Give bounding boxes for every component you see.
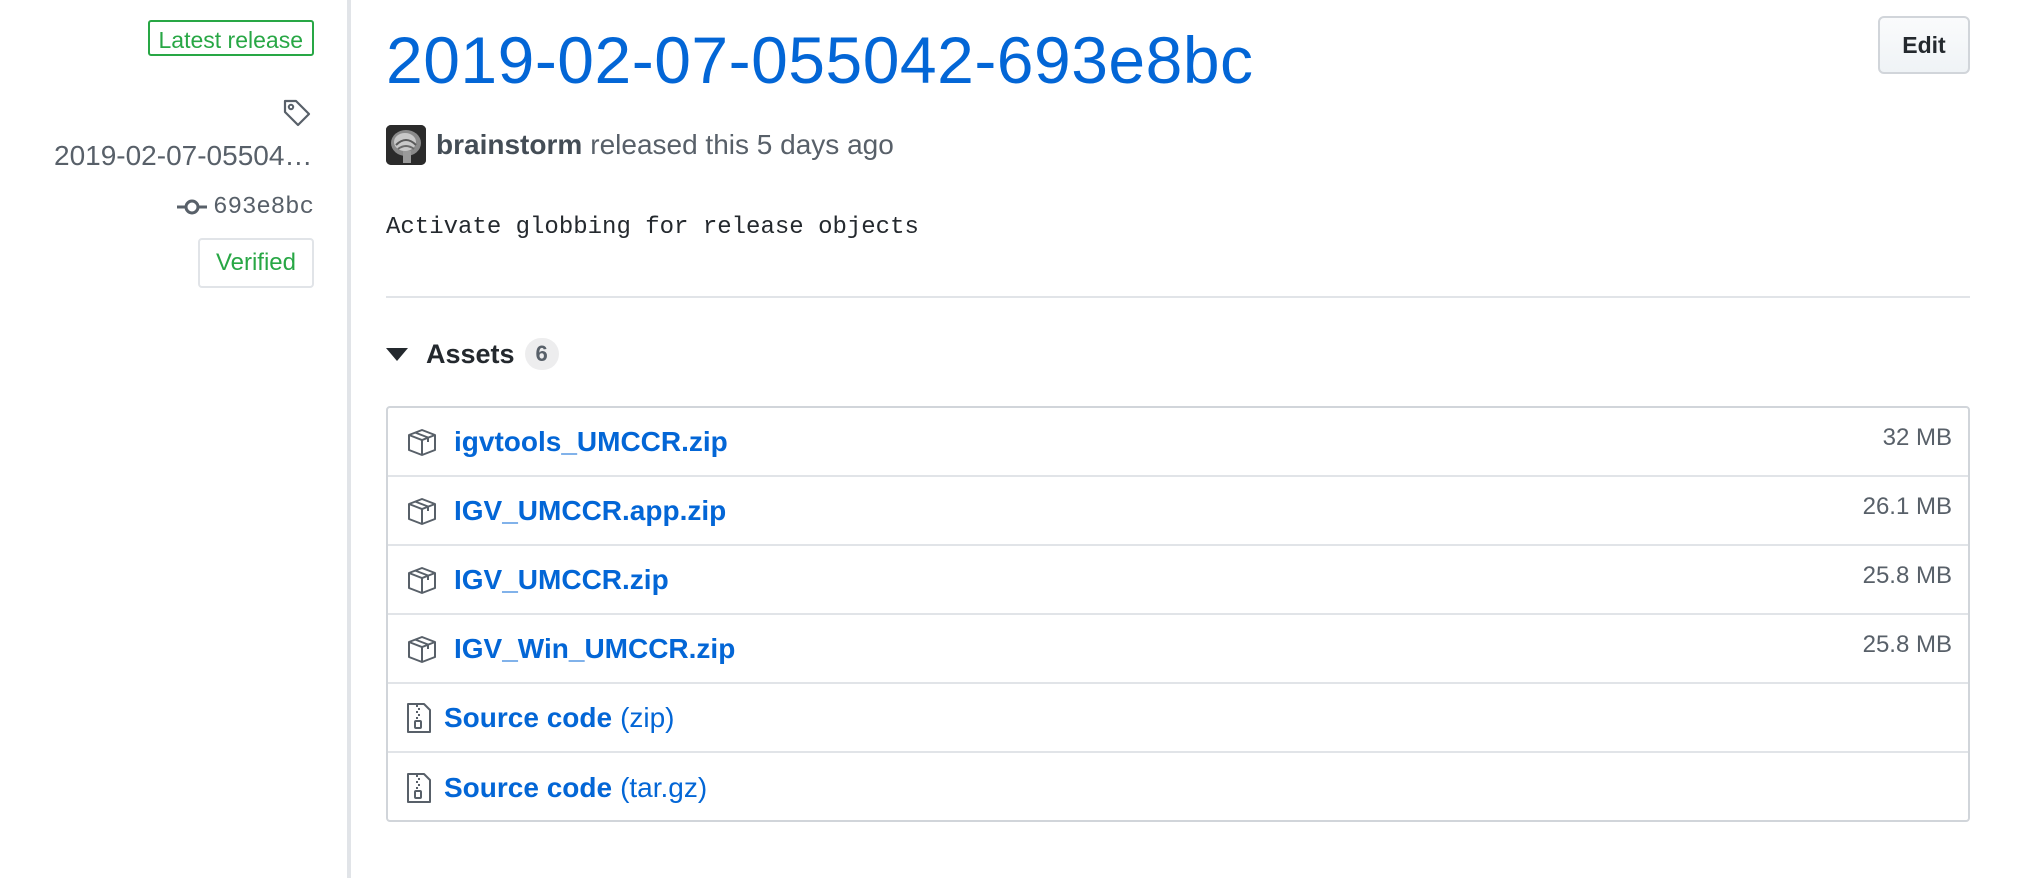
asset-row: Source code (tar.gz) [388, 753, 1968, 820]
asset-format: (zip) [620, 701, 675, 733]
asset-format: (tar.gz) [620, 771, 708, 803]
package-icon [406, 634, 438, 664]
asset-link-label: Source code [444, 771, 613, 803]
file-zip-icon [406, 772, 432, 804]
assets-label: Assets [426, 338, 515, 369]
asset-link[interactable]: igvtools_UMCCR.zip [454, 426, 728, 458]
asset-row: IGV_UMCCR.app.zip 26.1 MB [388, 477, 1968, 546]
git-commit-icon [177, 197, 208, 217]
release-notes: Activate globbing for release objects [386, 214, 919, 241]
assets-toggle[interactable]: Assets 6 [386, 334, 559, 374]
avatar[interactable] [386, 125, 426, 165]
commit-sha: 693e8bc [213, 193, 314, 221]
section-divider [386, 296, 1970, 298]
asset-row: Source code (zip) [388, 684, 1968, 753]
commit-link[interactable]: 693e8bc [177, 192, 314, 222]
package-icon [406, 427, 438, 457]
asset-size: 32 MB [1882, 424, 1952, 451]
release-meta-sidebar: Latest release 2019-02-07-055042- 693e8bc… [0, 0, 318, 878]
asset-link[interactable]: IGV_UMCCR.app.zip [454, 495, 726, 527]
asset-size: 26.1 MB [1862, 493, 1952, 520]
source-code-targz-link[interactable]: Source code (tar.gz) [444, 772, 707, 804]
package-icon [406, 496, 438, 526]
asset-row: IGV_UMCCR.zip 25.8 MB [388, 546, 1968, 615]
assets-count-badge: 6 [524, 338, 559, 370]
asset-link[interactable]: IGV_Win_UMCCR.zip [454, 633, 735, 665]
verified-badge[interactable]: Verified [197, 238, 314, 288]
asset-size: 25.8 MB [1862, 562, 1952, 589]
release-byline: brainstorm released this 5 days ago [386, 124, 894, 166]
tag-name-link[interactable]: 2019-02-07-055042-693e8bc [54, 140, 314, 172]
author-link[interactable]: brainstorm [436, 129, 582, 161]
release-page: Latest release 2019-02-07-055042- 693e8bc… [0, 0, 2020, 878]
triangle-down-icon [386, 347, 408, 361]
asset-link-label: Source code [444, 701, 613, 733]
release-title[interactable]: 2019-02-07-055042-693e8bc [386, 22, 1254, 98]
asset-size: 25.8 MB [1862, 631, 1952, 658]
package-icon [406, 565, 438, 595]
latest-release-badge: Latest release [147, 20, 314, 56]
source-code-zip-link[interactable]: Source code (zip) [444, 702, 675, 734]
timeline-divider [347, 0, 351, 878]
released-text: released this 5 days ago [590, 129, 894, 160]
asset-link[interactable]: IGV_UMCCR.zip [454, 564, 669, 596]
assets-list: igvtools_UMCCR.zip 32 MB IGV_UMCCR.app.z… [386, 406, 1970, 822]
edit-button[interactable]: Edit [1878, 16, 1970, 74]
release-main: 2019-02-07-055042-693e8bc Edit brainstor… [386, 0, 1970, 878]
file-zip-icon [406, 702, 432, 734]
asset-row: igvtools_UMCCR.zip 32 MB [388, 408, 1968, 477]
asset-row: IGV_Win_UMCCR.zip 25.8 MB [388, 615, 1968, 684]
tag-icon [282, 98, 312, 128]
